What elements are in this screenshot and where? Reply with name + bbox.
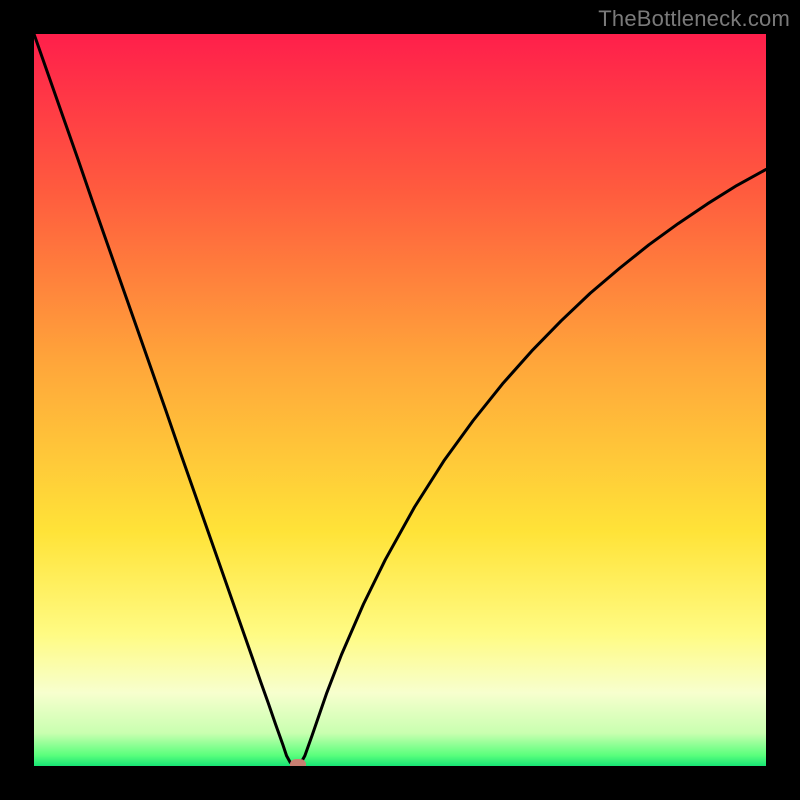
plot-area xyxy=(34,34,766,766)
minimum-marker xyxy=(290,759,306,766)
watermark-text: TheBottleneck.com xyxy=(598,6,790,32)
bottleneck-curve xyxy=(34,34,766,766)
chart-frame: TheBottleneck.com xyxy=(0,0,800,800)
